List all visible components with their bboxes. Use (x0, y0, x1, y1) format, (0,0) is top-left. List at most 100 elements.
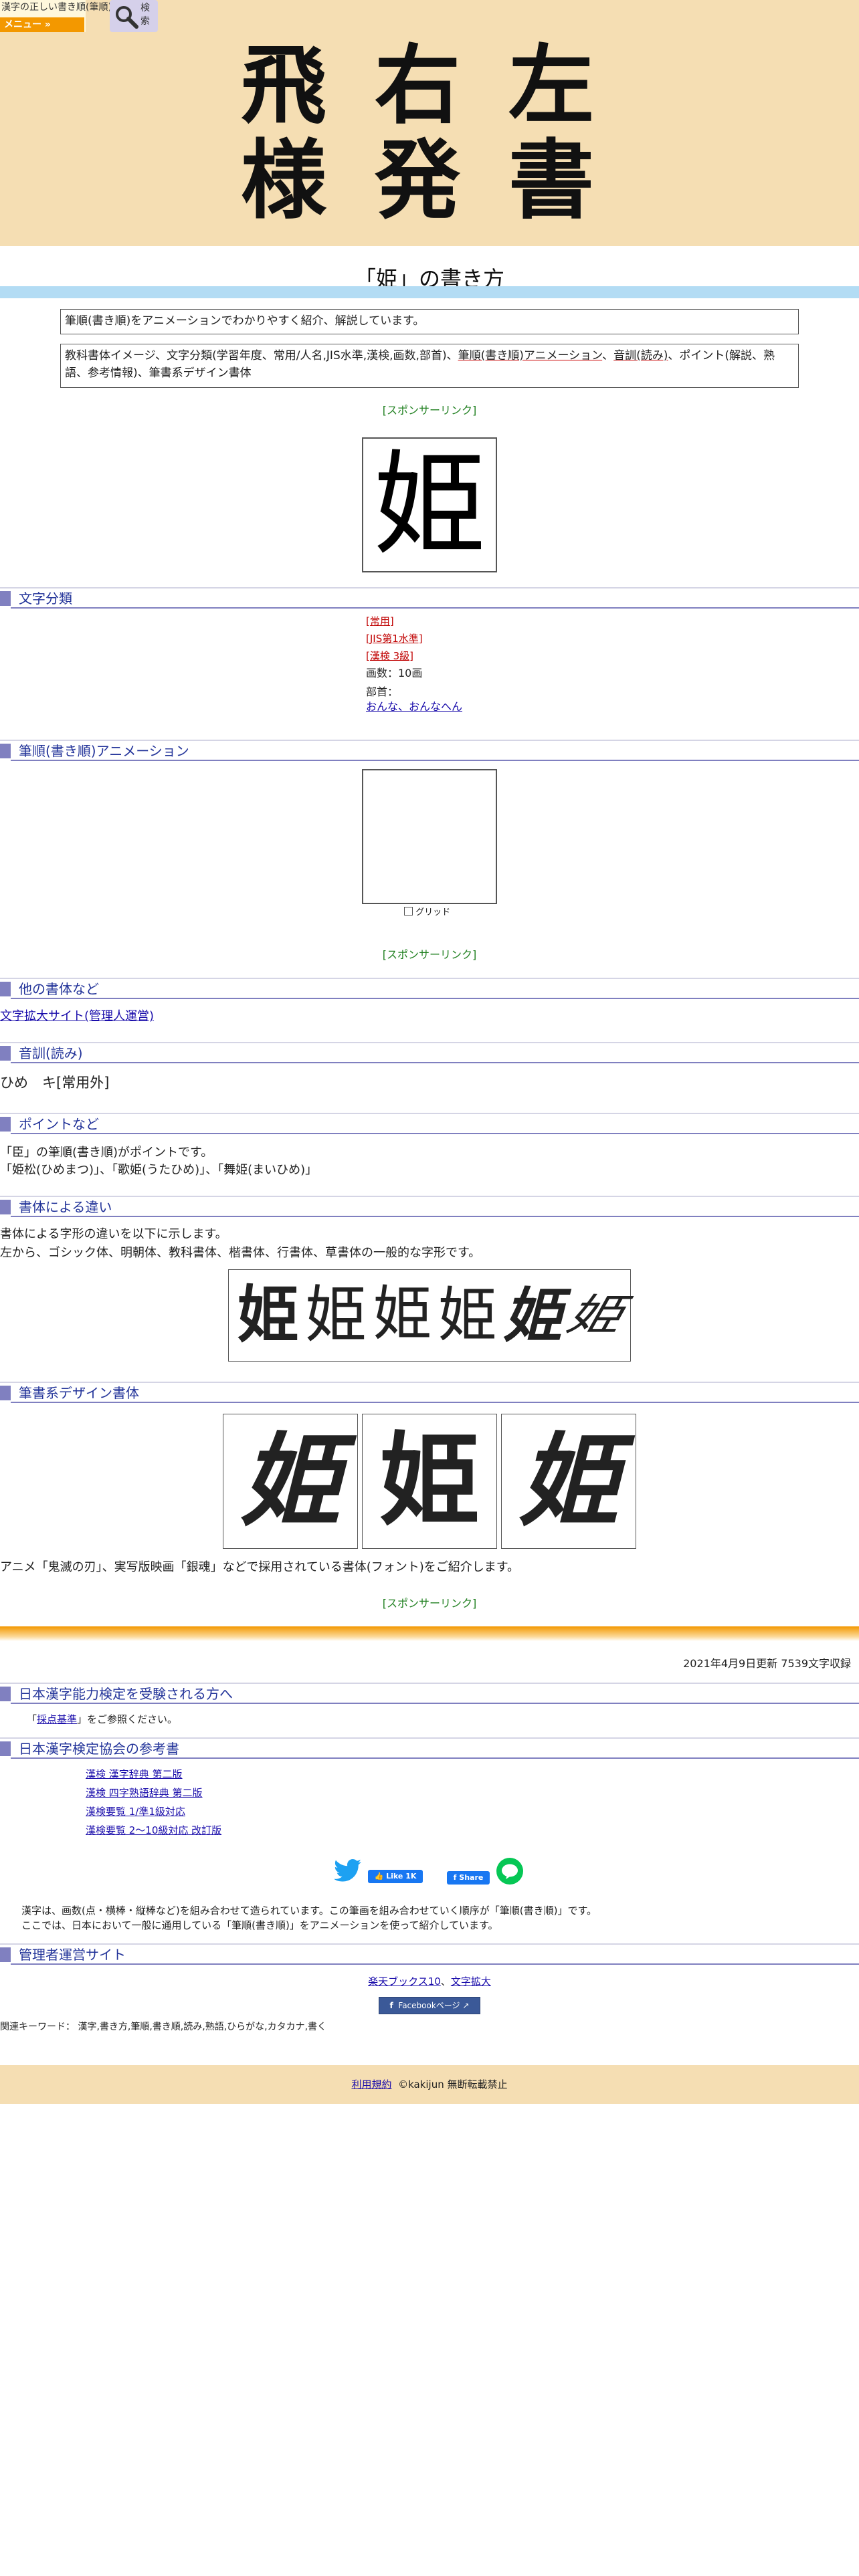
update-info: 2021年4月9日更新 7539文字収録 (683, 1657, 851, 1670)
facebook-page-label: Facebookページ (398, 2001, 460, 2010)
kanji-textbook-image: 姫 (362, 437, 497, 572)
admin-sep: 、 (440, 1975, 451, 1988)
section-reading: 音訓(読み) (0, 1042, 859, 1069)
related-keywords: 関連キーワード： 漢字,書き方,筆順,書き順,読み,熟語,ひらがな,カタカナ,書… (0, 2022, 327, 2032)
kanji-char: 姫 (373, 439, 486, 570)
like-label: Like 1K (386, 1872, 417, 1881)
title-char: 左 (508, 35, 595, 136)
reference-link[interactable]: 漢検 四字熟語辞典 第二版 (86, 1787, 203, 1799)
kanji-kaisho: 姫 (438, 1281, 497, 1350)
section-styles: 書体による違い (0, 1196, 859, 1222)
thumbs-up-icon: 👍 (374, 1872, 384, 1881)
section-title: 日本漢字検定協会の参考書 (19, 1741, 179, 1757)
reference-link[interactable]: 漢検 漢字辞典 第二版 (86, 1768, 183, 1780)
kanji-gyosho: 姫 (502, 1281, 562, 1350)
section-classification: 文字分類 (0, 587, 859, 614)
summary-box: 筆順(書き順)をアニメーションでわかりやすく紹介、解説しています。 (60, 309, 799, 334)
contents-link-reading[interactable]: 音訓(読み) (613, 349, 668, 362)
section-other-fonts: 他の書体など (0, 978, 859, 1004)
section-title: 書体による違い (19, 1199, 112, 1215)
title-char: 飛 (241, 35, 327, 136)
radical-label: 部首： (366, 685, 399, 698)
external-link-icon: ↗ (462, 2001, 470, 2010)
search-icon (116, 6, 138, 29)
section-points: ポイントなど (0, 1113, 859, 1140)
grid-toggle[interactable]: グリッド (404, 907, 450, 919)
twitter-share-button[interactable] (333, 1858, 363, 1885)
brush-font-image-2[interactable]: 姫 (362, 1414, 497, 1549)
section-title: 他の書体など (19, 981, 99, 997)
kentei-close: 」をご参照ください。 (77, 1713, 178, 1725)
menu-button[interactable]: メニュー » (0, 17, 84, 32)
terms-link[interactable]: 利用規約 (352, 2078, 392, 2090)
kanji-sosho: 姫 (562, 1290, 628, 1340)
sponsor-label: [スポンサーリンク] (382, 948, 477, 961)
section-brush-fonts: 筆書系デザイン書体 (0, 1382, 859, 1408)
tag-kanken[interactable]: [漢検 3級] (366, 650, 413, 662)
contents-link-animation[interactable]: 筆順(書き順)アニメーション (458, 349, 603, 362)
section-title: 筆順(書き順)アニメーション (19, 743, 189, 759)
brush-font-image-1[interactable]: 姫 (223, 1414, 358, 1549)
facebook-icon: f (389, 2001, 393, 2010)
section-title: 管理者運営サイト (19, 1947, 126, 1963)
kanji-mincho: 姫 (304, 1279, 367, 1351)
grid-checkbox[interactable] (404, 907, 413, 916)
facebook-page-button[interactable]: f Facebookページ ↗ (379, 1997, 480, 2014)
point-line-1: 「臣」の筆順(書き順)がポイントです。 (0, 1146, 213, 1160)
enlarge-site-link[interactable]: 文字拡大サイト(管理人運営) (0, 1009, 154, 1023)
title-underline-bar (0, 286, 859, 298)
tag-joyo[interactable]: [常用] (366, 615, 394, 627)
title-char: 右 (375, 35, 461, 136)
twitter-bird-icon (334, 1859, 361, 1882)
search-button[interactable]: 検索 (110, 0, 158, 32)
section-title: 日本漢字能力検定を受験される方へ (19, 1686, 233, 1702)
styles-line-2: 左から、ゴシック体、明朝体、教科書体、楷書体、行書体、草書体の一般的な字形です。 (0, 1246, 481, 1260)
grid-label: グリッド (415, 907, 451, 918)
summary-text: 筆順(書き順)をアニメーションでわかりやすく紹介、解説しています。 (65, 314, 425, 328)
line-icon (502, 1864, 518, 1879)
rakuten-books-link[interactable]: 楽天ブックス10 (368, 1975, 441, 1988)
brush-kanji-1: 姫 (240, 1422, 341, 1540)
enlarge-text-link[interactable]: 文字拡大 (451, 1975, 491, 1988)
section-animation: 筆順(書き順)アニメーション (0, 740, 859, 766)
divider-bar (0, 1626, 859, 1641)
share-label: Share (459, 1873, 484, 1882)
reference-link[interactable]: 漢検要覧 1/準1級対応 (86, 1806, 185, 1818)
kanji-gothic: 姫 (237, 1279, 299, 1351)
brush-caption: アニメ「鬼滅の刃」、実写版映画「銀魂」などで採用されている書体(フォント)をご紹… (0, 1560, 519, 1574)
kentei-open: 「 (27, 1713, 37, 1725)
section-title: 筆書系デザイン書体 (19, 1385, 139, 1401)
brush-kanji-2: 姫 (379, 1423, 480, 1539)
about-line-2: ここでは、日本において一般に通用している「筆順(書き順)」をアニメーションを使っ… (21, 1919, 498, 1931)
site-header: 漢字の正しい書き順(筆順) メニュー » 検索 飛 右 左 様 発 書 (0, 0, 859, 246)
brush-font-image-3[interactable]: 姫 (501, 1414, 636, 1549)
scoring-criteria-link[interactable]: 採点基準 (37, 1713, 77, 1725)
title-char: 書 (508, 130, 595, 231)
copyright-text: ©kakijun 無断転載禁止 (398, 2078, 508, 2090)
facebook-f-icon: f (453, 1873, 457, 1882)
sponsor-label: [スポンサーリンク] (382, 1597, 477, 1610)
title-char: 様 (241, 130, 327, 231)
facebook-like-button[interactable]: 👍 Like 1K (368, 1870, 423, 1883)
brush-kanji-3: 姫 (518, 1422, 619, 1540)
title-char: 発 (375, 130, 461, 231)
stroke-animation-canvas[interactable] (362, 769, 497, 904)
point-line-2: 「姫松(ひめまつ)」、「歌姫(うたひめ)」、「舞姫(まいひめ)」 (0, 1163, 318, 1177)
stroke-count: 画数：10画 (366, 667, 423, 679)
tag-jis[interactable]: [JIS第1水準] (366, 633, 423, 645)
font-style-comparison: 姫 姫 姫 姫 姫 姫 (228, 1269, 631, 1362)
site-title-art: 飛 右 左 様 発 書 (234, 37, 629, 231)
section-admin-sites: 管理者運営サイト (0, 1943, 859, 1970)
section-title: 音訓(読み) (19, 1045, 83, 1061)
section-title: ポイントなど (19, 1116, 99, 1132)
radical-link[interactable]: おんな、おんなへん (366, 700, 462, 713)
section-kentei: 日本漢字能力検定を受験される方へ (0, 1683, 859, 1709)
reference-link[interactable]: 漢検要覧 2～10級対応 改訂版 (86, 1824, 221, 1836)
logo-text: 漢字の正しい書き順(筆順) (1, 2, 112, 13)
reading-text: ひめ キ[常用外] (0, 1075, 110, 1091)
contents-sep: 、 (602, 349, 614, 362)
sponsor-label: [スポンサーリンク] (382, 404, 477, 417)
facebook-share-button[interactable]: f Share (447, 1871, 490, 1885)
section-references: 日本漢字検定協会の参考書 (0, 1737, 859, 1764)
line-share-button[interactable] (496, 1858, 523, 1885)
